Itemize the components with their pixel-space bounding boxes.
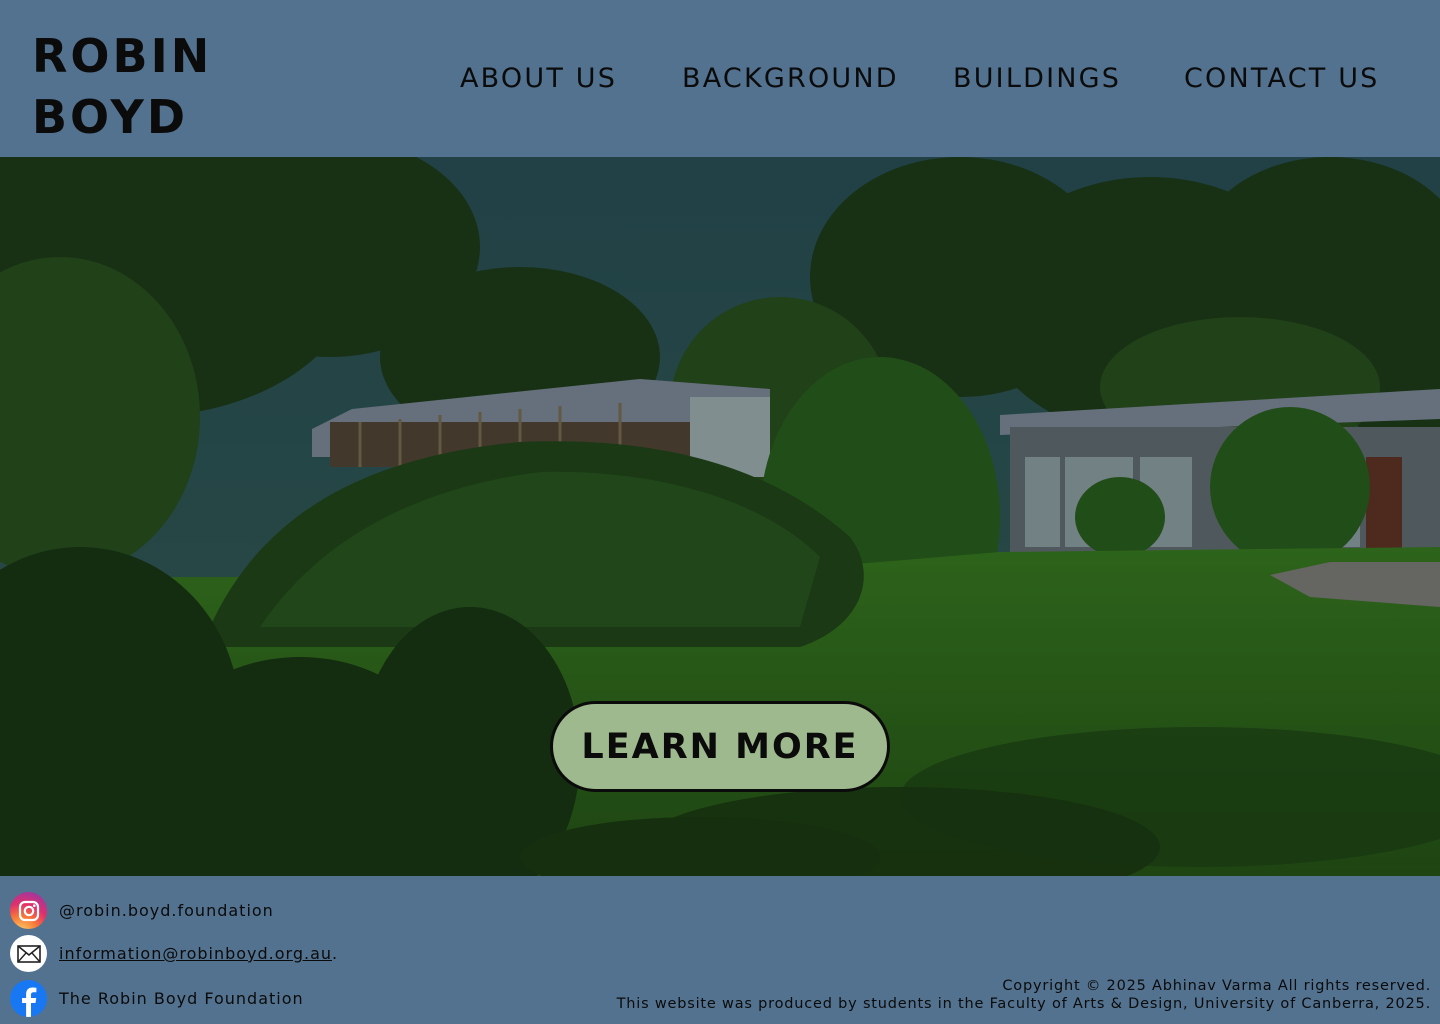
- nav-contact-us[interactable]: CONTACT US: [1184, 60, 1380, 98]
- facebook-link[interactable]: The Robin Boyd Foundation: [10, 980, 304, 1017]
- learn-more-button[interactable]: LEARN MORE: [550, 701, 890, 792]
- instagram-handle: @robin.boyd.foundation: [59, 901, 274, 920]
- hero-section: LEARN MORE: [0, 157, 1440, 876]
- email-suffix: .: [332, 944, 338, 963]
- email-link[interactable]: information@robinboyd.org.au: [59, 944, 332, 963]
- nav-buildings[interactable]: BUILDINGS: [953, 60, 1121, 98]
- copyright-text: Copyright © 2025 Abhinav Varma All right…: [1002, 978, 1431, 994]
- site-footer: @robin.boyd.foundation information@robin…: [0, 876, 1440, 1024]
- instagram-link[interactable]: @robin.boyd.foundation: [10, 892, 274, 929]
- email-contact: information@robinboyd.org.au.: [10, 935, 337, 972]
- main-nav: ABOUT US BACKGROUND BUILDINGS CONTACT US: [0, 60, 1440, 100]
- facebook-name: The Robin Boyd Foundation: [59, 989, 304, 1008]
- facebook-icon: [10, 980, 47, 1017]
- mail-icon: [10, 935, 47, 972]
- nav-about-us[interactable]: ABOUT US: [460, 60, 617, 98]
- site-header: ROBIN BOYD ABOUT US BACKGROUND BUILDINGS…: [0, 0, 1440, 157]
- page: ROBIN BOYD ABOUT US BACKGROUND BUILDINGS…: [0, 0, 1440, 1024]
- credit-text: This website was produced by students in…: [616, 996, 1431, 1012]
- instagram-icon: [10, 892, 47, 929]
- nav-background[interactable]: BACKGROUND: [682, 60, 899, 98]
